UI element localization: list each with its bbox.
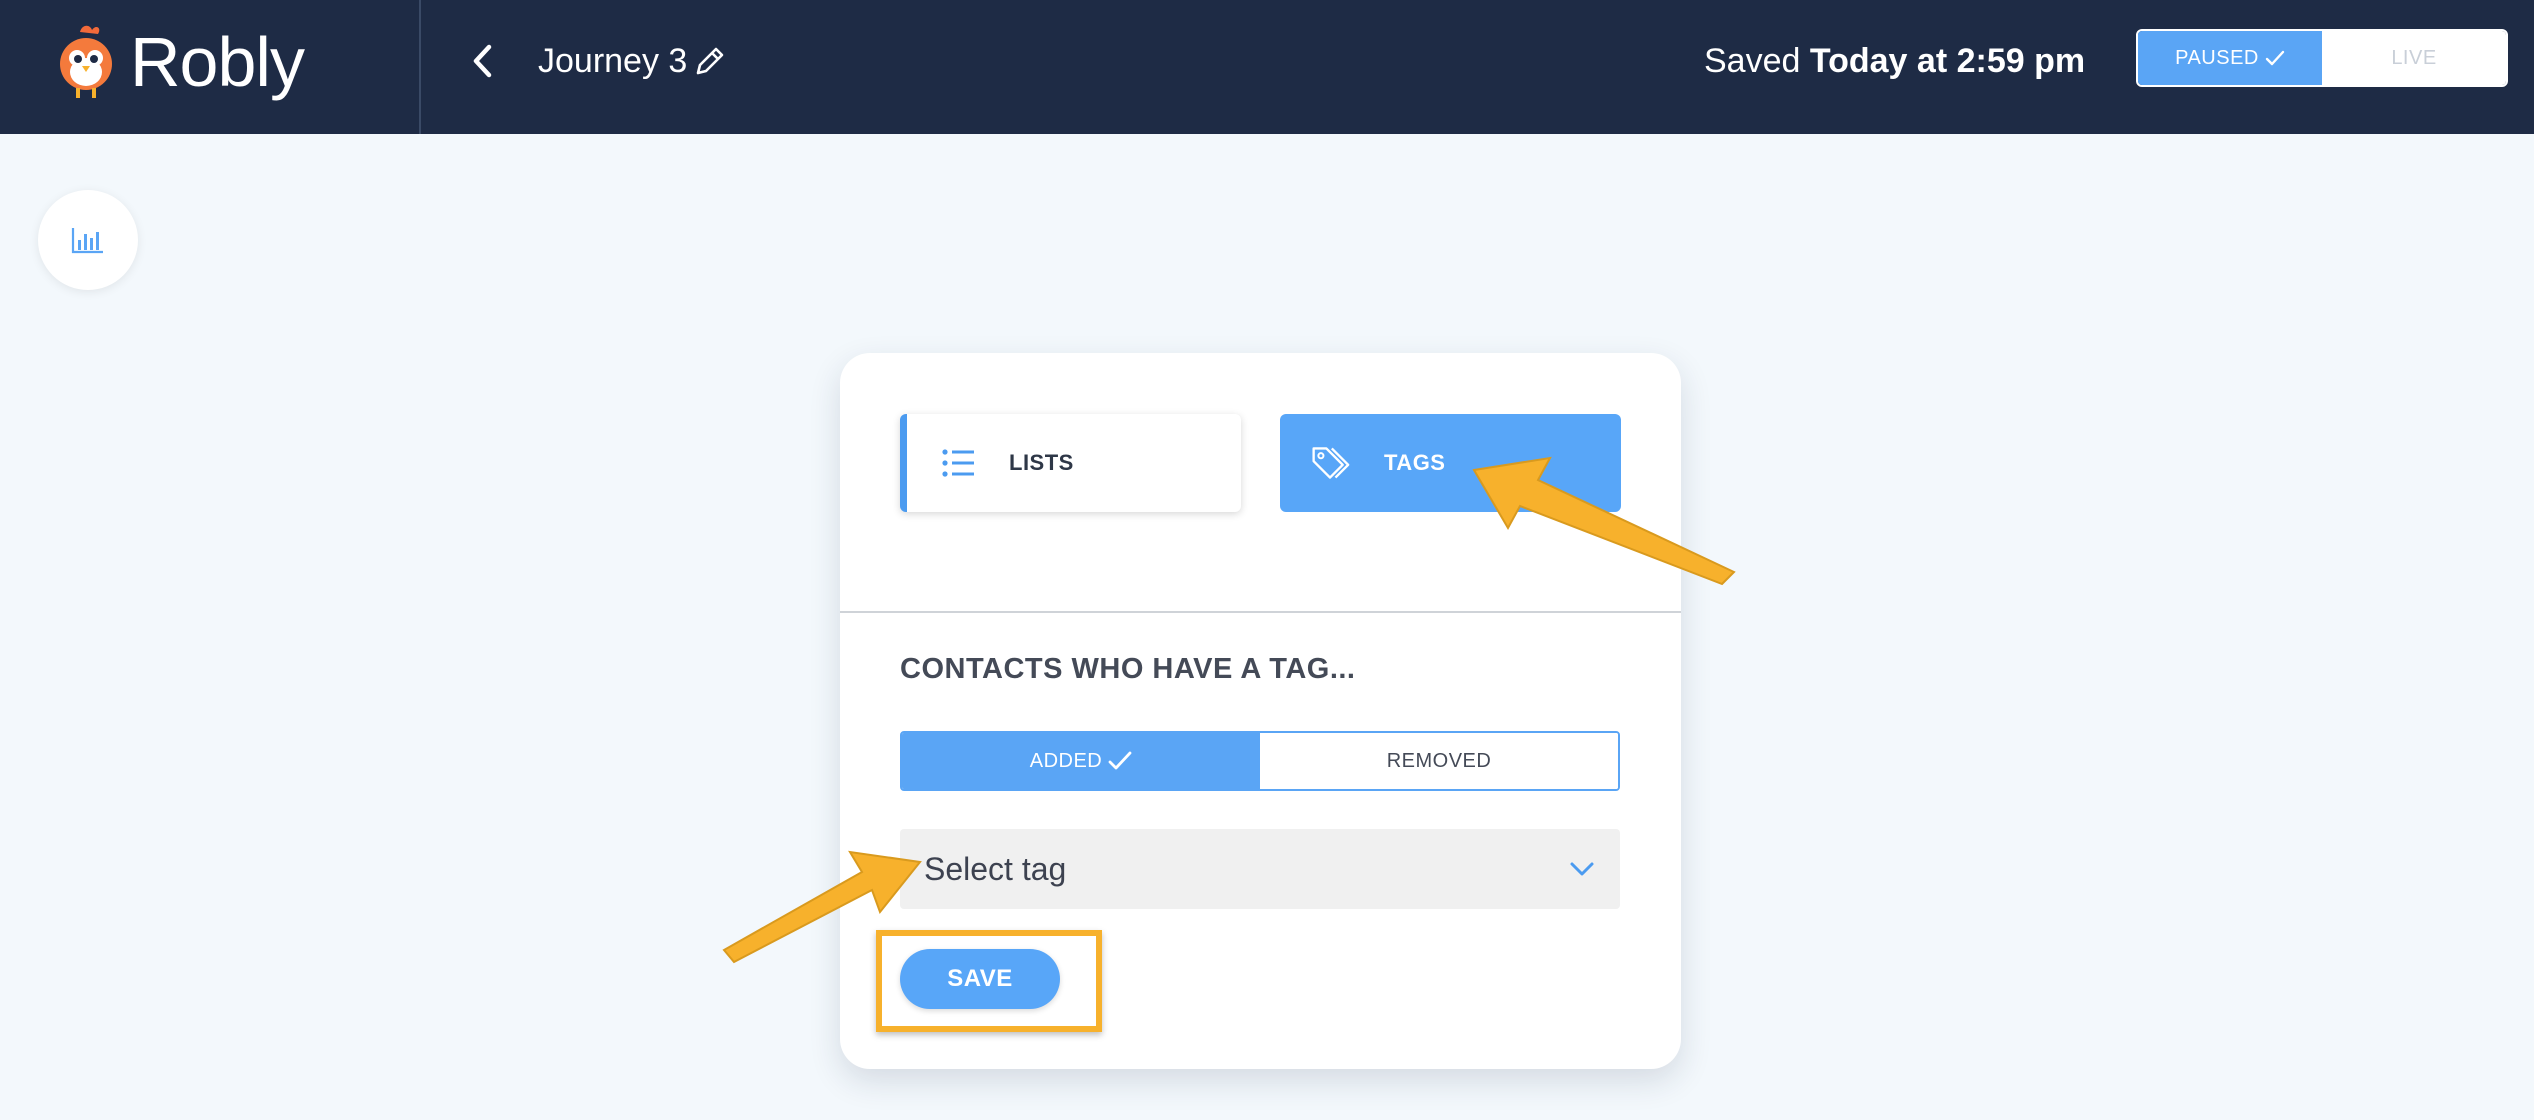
removed-option[interactable]: REMOVED — [1260, 733, 1618, 789]
list-icon — [939, 443, 979, 483]
edit-title-button[interactable] — [690, 40, 728, 84]
live-option[interactable]: LIVE — [2322, 31, 2506, 85]
select-tag-placeholder: Select tag — [924, 850, 1067, 887]
lists-label: LISTS — [1009, 450, 1074, 475]
topbar-divider — [419, 0, 421, 134]
journey-title: Journey 3 — [538, 42, 688, 80]
removed-label: REMOVED — [1386, 749, 1492, 772]
bar-chart-icon — [71, 228, 103, 254]
section-title: CONTACTS WHO HAVE A TAG... — [900, 653, 1356, 685]
live-label: LIVE — [2391, 46, 2437, 69]
chevron-down-icon — [1570, 862, 1594, 876]
saved-prefix: Saved — [1704, 42, 1801, 80]
top-bar: Robly Journey 3 Saved Today at 2:59 pm P… — [0, 0, 2534, 134]
tag-action-toggle: ADDED REMOVED — [900, 731, 1620, 791]
paused-label: PAUSED — [2175, 46, 2259, 69]
brand-name: Robly — [130, 23, 305, 101]
paused-option[interactable]: PAUSED — [2138, 31, 2322, 85]
back-button[interactable] — [462, 36, 502, 86]
tag-icon — [1310, 443, 1350, 483]
stats-button[interactable] — [38, 190, 138, 290]
card-divider — [840, 611, 1681, 613]
saved-time: Today at 2:59 pm — [1809, 42, 2086, 80]
check-icon — [1108, 751, 1132, 770]
saved-status: Saved Today at 2:59 pm — [1704, 38, 2085, 84]
robly-bird-icon — [60, 25, 112, 98]
page: Robly Journey 3 Saved Today at 2:59 pm P… — [0, 0, 2534, 1120]
lists-option-button[interactable]: LISTS — [900, 414, 1241, 512]
check-icon — [2265, 50, 2285, 66]
tags-label: TAGS — [1384, 450, 1446, 475]
select-tag-dropdown[interactable]: Select tag — [900, 829, 1620, 909]
journey-status-toggle: PAUSED LIVE — [2136, 29, 2508, 87]
pencil-icon — [696, 47, 724, 75]
save-highlight-box — [876, 930, 1102, 1032]
tags-option-button[interactable]: TAGS — [1280, 414, 1621, 512]
chevron-left-icon — [473, 44, 492, 78]
added-option[interactable]: ADDED — [902, 733, 1260, 789]
brand-logo[interactable]: Robly — [54, 22, 305, 102]
added-label: ADDED — [1029, 749, 1103, 772]
